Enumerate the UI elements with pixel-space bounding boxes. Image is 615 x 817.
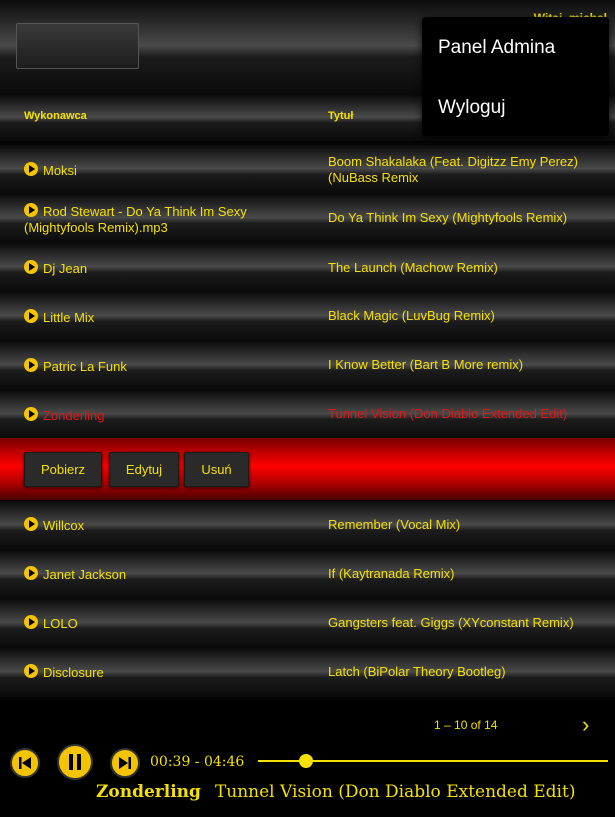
user-dropdown-menu: Panel Admina Wyloguj <box>422 17 609 136</box>
menu-item-admin-panel[interactable]: Panel Admina <box>438 37 555 59</box>
play-icon[interactable] <box>24 162 38 176</box>
table-row[interactable]: Willcox Remember (Vocal Mix) <box>0 501 615 550</box>
play-icon[interactable] <box>24 203 38 217</box>
artist-cell: Moksi <box>43 163 77 178</box>
table-row[interactable]: Patric La Funk I Know Better (Bart B Mor… <box>0 341 615 390</box>
title-cell: Tunnel Vision (Don Diablo Extended Edit) <box>328 406 568 421</box>
progress-slider[interactable] <box>258 754 608 768</box>
title-cell: Boom Shakalaka (Feat. Digitzz Emy Perez)… <box>328 154 578 185</box>
title-cell: I Know Better (Bart B More remix) <box>328 357 524 372</box>
progress-thumb[interactable] <box>298 754 313 768</box>
artist-cell: Little Mix <box>43 310 95 325</box>
title-cell: Black Magic (LuvBug Remix) <box>328 308 495 323</box>
audio-player: 00:39 - 04:46 Zonderling Tunnel Vision (D… <box>0 740 615 817</box>
artist-cell: Disclosure <box>43 665 104 680</box>
edit-button[interactable]: Edytuj <box>109 452 179 487</box>
play-icon[interactable] <box>24 615 38 629</box>
now-playing: Zonderling Tunnel Vision (Don Diablo Exte… <box>96 782 575 802</box>
pause-icon[interactable] <box>57 744 93 780</box>
table-row[interactable]: Rod Stewart - Do Ya Think Im Sexy (Might… <box>0 194 615 243</box>
title-cell: Do Ya Think Im Sexy (Mightyfools Remix) <box>328 210 568 225</box>
pagination: 1 – 10 of 14 › <box>0 700 615 740</box>
search-input[interactable] <box>16 23 139 69</box>
table-row[interactable]: Dj Jean The Launch (Machow Remix) <box>0 243 615 292</box>
download-button[interactable]: Pobierz <box>24 452 102 487</box>
play-icon[interactable] <box>24 260 38 274</box>
table-row[interactable]: LOLO Gangsters feat. Giggs (XYconstant R… <box>0 599 615 648</box>
play-icon[interactable] <box>24 309 38 323</box>
title-cell: Remember (Vocal Mix) <box>328 517 461 532</box>
title-cell: If (Kaytranada Remix) <box>328 566 455 581</box>
chevron-right-icon[interactable]: › <box>582 714 589 736</box>
skip-previous-icon[interactable] <box>10 748 40 778</box>
table-row[interactable]: Disclosure Latch (BiPolar Theory Bootleg… <box>0 648 615 697</box>
artist-cell: Willcox <box>43 518 85 533</box>
artist-cell: Rod Stewart - Do Ya Think Im Sexy (Might… <box>24 204 247 235</box>
delete-button[interactable]: Usuń <box>184 452 249 487</box>
table-row[interactable]: Little Mix Black Magic (LuvBug Remix) <box>0 292 615 341</box>
play-icon[interactable] <box>24 358 38 372</box>
artist-cell: LOLO <box>43 616 78 631</box>
playback-time: 00:39 - 04:46 <box>150 754 245 770</box>
column-header-title[interactable]: Tytuł <box>328 110 353 122</box>
page-range-text: 1 – 10 of 14 <box>434 718 498 732</box>
title-cell: Latch (BiPolar Theory Bootleg) <box>328 664 506 679</box>
table-row-active[interactable]: Zonderling Tunnel Vision (Don Diablo Ext… <box>0 390 615 439</box>
table-row[interactable]: Moksi Boom Shakalaka (Feat. Digitzz Emy … <box>0 145 615 194</box>
title-cell: The Launch (Machow Remix) <box>328 260 498 275</box>
now-playing-title: Tunnel Vision (Don Diablo Extended Edit) <box>214 782 576 802</box>
menu-item-logout[interactable]: Wyloguj <box>438 97 505 119</box>
row-action-bar: Pobierz Edytuj Usuń <box>0 438 615 500</box>
play-icon[interactable] <box>24 664 38 678</box>
title-cell: Gangsters feat. Giggs (XYconstant Remix) <box>328 615 574 630</box>
now-playing-artist: Zonderling <box>96 782 201 802</box>
skip-next-icon[interactable] <box>110 748 140 778</box>
artist-cell: Dj Jean <box>43 261 88 276</box>
column-header-artist[interactable]: Wykonawca <box>24 110 87 122</box>
artist-cell: Zonderling <box>43 408 105 423</box>
artist-cell: Janet Jackson <box>43 567 127 582</box>
artist-cell: Patric La Funk <box>43 359 127 374</box>
play-icon[interactable] <box>24 566 38 580</box>
play-icon[interactable] <box>24 517 38 531</box>
table-row[interactable]: Janet Jackson If (Kaytranada Remix) <box>0 550 615 599</box>
play-icon[interactable] <box>24 407 38 421</box>
